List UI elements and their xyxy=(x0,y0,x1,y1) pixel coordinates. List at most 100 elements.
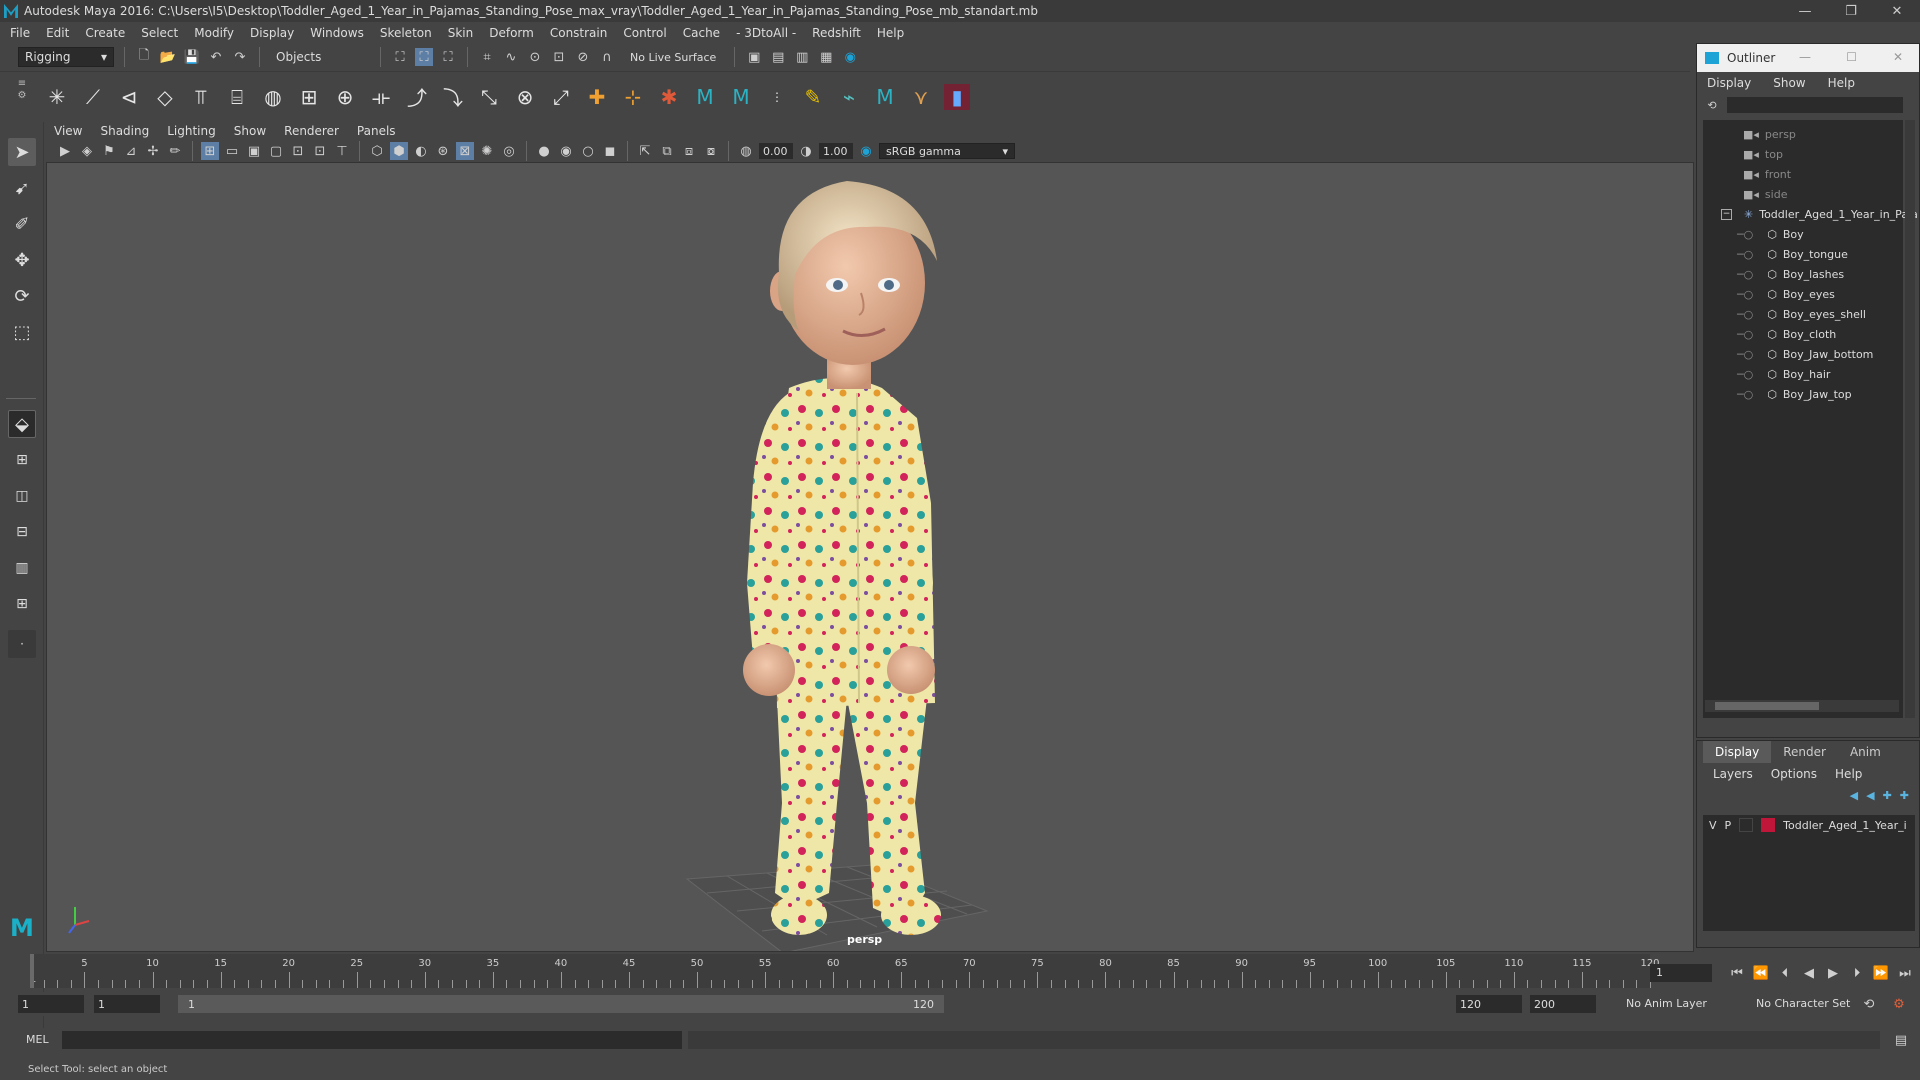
film-gate-icon[interactable]: ▭ xyxy=(223,142,241,160)
minimize-button[interactable]: — xyxy=(1782,0,1828,22)
select-hierarchy-icon[interactable]: ⛶ xyxy=(391,48,409,66)
quick-rig-icon[interactable]: ✱ xyxy=(656,84,682,110)
command-input[interactable] xyxy=(62,1031,682,1049)
smooth-shade-icon[interactable]: ⬢ xyxy=(390,142,408,160)
menu-help[interactable]: Help xyxy=(877,26,904,40)
current-time-indicator[interactable] xyxy=(30,954,34,988)
layer-name[interactable]: Toddler_Aged_1_Year_i xyxy=(1783,819,1907,832)
range-slider[interactable]: 1 120 xyxy=(178,995,944,1013)
step-back-frame-icon[interactable]: ⏴ xyxy=(1776,964,1794,982)
play-forward-icon[interactable]: ▶ xyxy=(1824,964,1842,982)
tab-render[interactable]: Render xyxy=(1771,741,1838,763)
select-tool-icon[interactable]: ➤ xyxy=(8,138,36,166)
lattice-icon[interactable]: ⊞ xyxy=(296,84,322,110)
go-to-start-icon[interactable]: ⏮ xyxy=(1728,964,1746,982)
layout-single-icon[interactable]: ⬙ xyxy=(8,410,36,438)
menu-windows[interactable]: Windows xyxy=(310,26,364,40)
outliner-item-front[interactable]: ■◂ front xyxy=(1743,164,1791,184)
menu-3dtoall[interactable]: - 3DtoAll - xyxy=(736,26,796,40)
tab-anim[interactable]: Anim xyxy=(1838,741,1893,763)
shelf-options-icon[interactable]: ≡ ⚙ xyxy=(14,78,30,114)
play-back-icon[interactable]: ◀ xyxy=(1800,964,1818,982)
outliner-item-boy-lashes[interactable]: ─○ ⬡ Boy_lashes xyxy=(1737,264,1844,284)
layer-visibility-toggle[interactable]: V xyxy=(1709,819,1717,832)
menuset-dropdown[interactable]: Rigging ▾ xyxy=(18,47,114,67)
cluster-icon[interactable]: ⊕ xyxy=(332,84,358,110)
textured-icon[interactable]: ⊠ xyxy=(456,142,474,160)
hik-skeleton-icon[interactable]: ⊹ xyxy=(620,84,646,110)
outliner-menu-show[interactable]: Show xyxy=(1773,76,1805,90)
layout-stack-icon[interactable]: ⊟ xyxy=(8,518,36,546)
outliner-menu-display[interactable]: Display xyxy=(1707,76,1751,90)
outliner-item-boy-tongue[interactable]: ─○ ⬡ Boy_tongue xyxy=(1737,244,1848,264)
undo-icon[interactable]: ↶ xyxy=(207,48,225,66)
outliner-hscroll-thumb[interactable] xyxy=(1715,702,1819,710)
current-frame-field[interactable]: 1 xyxy=(1650,964,1712,982)
move-layer-down-icon[interactable]: ◀ xyxy=(1866,789,1874,802)
outliner-item-boy-jaw-bottom[interactable]: ─○ ⬡ Boy_Jaw_bottom xyxy=(1737,344,1873,364)
outliner-item-boy-eyes-shell[interactable]: ─○ ⬡ Boy_eyes_shell xyxy=(1737,304,1866,324)
snap-point-icon[interactable]: ⊙ xyxy=(526,48,544,66)
menu-redshift[interactable]: Redshift xyxy=(812,26,861,40)
scale-constraint-icon[interactable]: ⤡ xyxy=(476,84,502,110)
menu-file[interactable]: File xyxy=(10,26,30,40)
rotate-tool-icon[interactable]: ⟳ xyxy=(8,282,36,310)
time-ruler[interactable]: 1510152025303540455055606570758085909510… xyxy=(30,954,1660,988)
layout-four-icon[interactable]: ⊞ xyxy=(8,446,36,474)
layer-row[interactable]: V P Toddler_Aged_1_Year_i xyxy=(1703,815,1915,835)
snap-view-icon[interactable]: ⊡ xyxy=(550,48,568,66)
character-set-dropdown[interactable]: No Character Set xyxy=(1756,997,1850,1010)
render-current-icon[interactable]: ▤ xyxy=(769,48,787,66)
resolution-gate-icon[interactable]: ▣ xyxy=(245,142,263,160)
render-view-icon[interactable]: ▣ xyxy=(745,48,763,66)
end-time-field[interactable]: 200 xyxy=(1530,995,1596,1013)
layout-side-icon[interactable]: ◫ xyxy=(8,482,36,510)
menu-skeleton[interactable]: Skeleton xyxy=(380,26,432,40)
anim-prefs-icon[interactable]: ⚙ xyxy=(1890,995,1908,1013)
aim-constraint-icon[interactable]: ⊗ xyxy=(512,84,538,110)
outliner-item-persp[interactable]: ■◂ persp xyxy=(1743,124,1796,144)
outliner-item-boy-cloth[interactable]: ─○ ⬡ Boy_cloth xyxy=(1737,324,1836,344)
lasso-tool-icon[interactable]: ➹ xyxy=(8,174,36,202)
exposure-icon[interactable]: ◍ xyxy=(737,142,755,160)
image-plane-icon[interactable]: ⊿ xyxy=(122,142,140,160)
viewport-menu-panels[interactable]: Panels xyxy=(357,124,396,138)
redo-icon[interactable]: ↷ xyxy=(231,48,249,66)
gate-mask-icon[interactable]: ▢ xyxy=(267,142,285,160)
start-time-field[interactable]: 1 xyxy=(18,995,84,1013)
orient-constraint-icon[interactable]: ⤵ xyxy=(440,84,466,110)
select-component-icon[interactable]: ⛶ xyxy=(439,48,457,66)
paint-skin-icon[interactable]: ✎ xyxy=(800,84,826,110)
mirror-joint-icon[interactable]: ⊲ xyxy=(116,84,142,110)
menu-constrain[interactable]: Constrain xyxy=(550,26,608,40)
xray-joints-icon[interactable]: ⧈ xyxy=(680,142,698,160)
new-empty-layer-icon[interactable]: ✚ xyxy=(1883,789,1892,802)
tab-display[interactable]: Display xyxy=(1703,741,1772,763)
menu-edit[interactable]: Edit xyxy=(46,26,69,40)
outliner-item-boy-jaw-top[interactable]: ─○ ⬡ Boy_Jaw_top xyxy=(1737,384,1852,404)
shadows-icon[interactable]: ◎ xyxy=(500,142,518,160)
layer-type-toggle[interactable] xyxy=(1739,818,1754,832)
playback-start-field[interactable]: 1 xyxy=(94,995,160,1013)
camera-icon[interactable]: ▶ xyxy=(56,142,74,160)
wireframe-on-shaded-icon[interactable]: ⊛ xyxy=(434,142,452,160)
safe-action-icon[interactable]: ⊡ xyxy=(311,142,329,160)
viewport-menu-shading[interactable]: Shading xyxy=(100,124,149,138)
layout-toggle-icon[interactable]: · xyxy=(8,630,36,658)
gamma-field[interactable]: 1.00 xyxy=(819,143,853,159)
select-object-icon[interactable]: ⛶ xyxy=(415,48,433,66)
menu-select[interactable]: Select xyxy=(141,26,178,40)
viewport-menu-lighting[interactable]: Lighting xyxy=(167,124,216,138)
field-chart-icon[interactable]: ⊡ xyxy=(289,142,307,160)
menu-display[interactable]: Display xyxy=(250,26,294,40)
point-constraint-icon[interactable]: ⤴ xyxy=(404,84,430,110)
outliner-item-top[interactable]: ■◂ top xyxy=(1743,144,1783,164)
wireframe-icon[interactable]: ⬡ xyxy=(368,142,386,160)
layer-color-swatch[interactable] xyxy=(1761,818,1776,832)
playback-end-field[interactable]: 120 xyxy=(1456,995,1522,1013)
xray-active-icon[interactable]: ⧇ xyxy=(702,142,720,160)
gamma-icon[interactable]: ◑ xyxy=(797,142,815,160)
close-button[interactable]: ✕ xyxy=(1874,0,1920,22)
depth-of-field-icon[interactable]: ◼ xyxy=(601,142,619,160)
viewport-menu-show[interactable]: Show xyxy=(234,124,266,138)
